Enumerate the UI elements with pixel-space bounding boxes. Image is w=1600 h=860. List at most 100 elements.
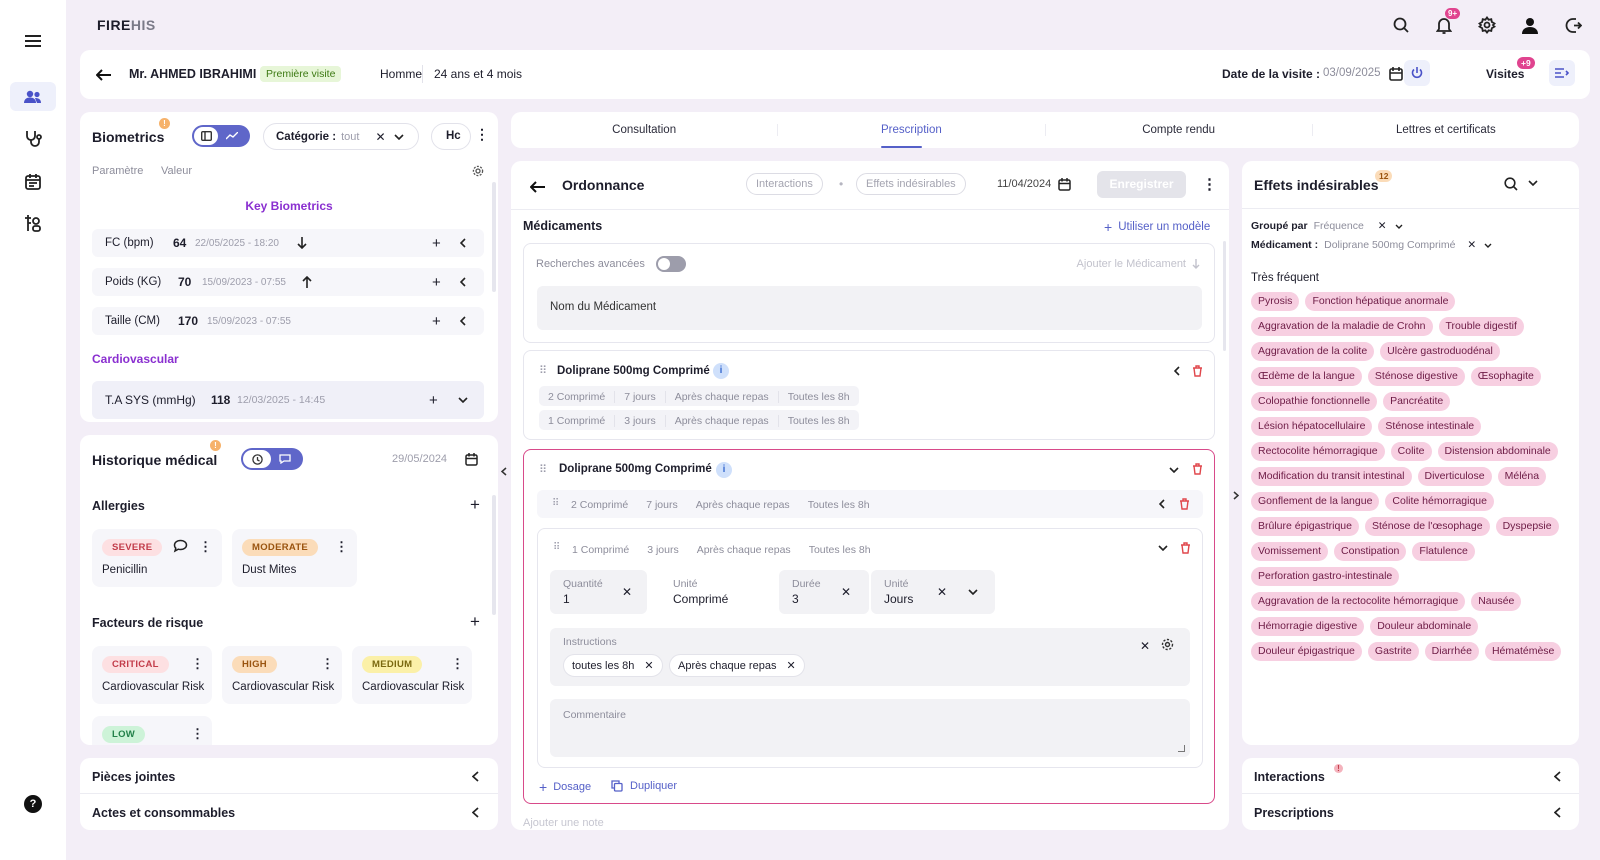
help-icon[interactable]: ? [24,795,42,813]
chat-icon[interactable] [271,450,299,468]
instruction-tag[interactable]: Après chaque repas ✕ [669,654,805,677]
collapse-left-icon[interactable] [499,464,509,478]
more-vertical-icon[interactable]: ⋮ [451,656,464,672]
chevron-down-icon[interactable] [968,589,978,595]
clear-icon[interactable]: ✕ [841,585,851,599]
clear-icon[interactable]: ✕ [1140,639,1150,653]
trash-icon[interactable] [1192,463,1203,475]
use-model-link[interactable]: + Utiliser un modèle [1104,219,1210,235]
tab-consultation[interactable]: Consultation [511,124,779,136]
remove-tag-icon[interactable]: ✕ [786,660,795,672]
drag-handle-icon[interactable]: ⠿ [553,542,560,553]
unit-field[interactable]: Unité Comprimé [660,570,760,614]
side-effect-tag[interactable]: Œsophagite [1470,367,1541,386]
dose-row-collapsed[interactable]: ⠿ 2 Comprimé 7 jours Après chaque repas Tou… [537,490,1203,518]
side-effect-tag[interactable]: Vomissement [1251,542,1329,561]
clear-icon[interactable]: ✕ [1467,239,1476,251]
info-icon[interactable]: i [716,462,732,478]
duration-field[interactable]: Durée 3 ✕ [779,570,869,614]
back-arrow-icon[interactable] [527,177,547,197]
scrollbar[interactable] [1223,241,1226,351]
side-effect-tag[interactable]: Sténose intestinale [1378,417,1482,436]
settings-icon[interactable] [1477,15,1497,35]
tab-report[interactable]: Compte rendu [1046,124,1313,136]
trash-icon[interactable] [1192,365,1203,377]
more-vertical-icon[interactable]: ⋮ [191,656,204,672]
chevron-down-icon[interactable] [458,397,468,403]
side-effect-tag[interactable]: Méléna [1497,467,1547,486]
patients-icon[interactable] [10,82,56,111]
chevron-down-icon[interactable] [1484,243,1492,248]
comment-icon[interactable] [173,539,188,553]
allergy-card[interactable]: MODERATE ⋮ Dust Mites [232,529,357,587]
chevron-left-icon[interactable] [472,771,479,782]
trash-icon[interactable] [1180,542,1191,554]
chevron-down-icon[interactable] [1169,467,1179,473]
side-effect-tag[interactable]: Gastrite [1367,642,1419,661]
trash-icon[interactable] [1179,498,1190,510]
gear-icon[interactable] [471,164,485,178]
category-filter[interactable]: Catégorie : tout ✕ [263,123,419,150]
side-effect-tag[interactable]: Aggravation de la rectocolite hémorragiq… [1251,592,1466,611]
more-vertical-icon[interactable]: ⋮ [191,726,204,742]
chevron-down-icon[interactable] [1395,224,1403,229]
tab-prescription[interactable]: Prescription [778,124,1046,136]
menu-icon[interactable] [23,31,43,51]
chevron-left-icon[interactable] [460,238,466,248]
chart-view-icon[interactable] [218,127,246,145]
chevron-left-icon[interactable] [1554,807,1561,818]
add-icon[interactable]: + [432,313,441,330]
add-medication-button[interactable]: Ajouter le Médicament [1077,258,1200,270]
group-by-filter[interactable]: Groupé par Fréquence ✕ [1251,220,1403,232]
side-effect-tag[interactable]: Sténose digestive [1367,367,1465,386]
side-effect-tag[interactable]: Colopathie fonctionnelle [1251,392,1378,411]
instruction-tag[interactable]: toutes les 8h ✕ [563,654,663,677]
side-effect-tag[interactable]: Hématémèse [1484,642,1562,661]
calendar-icon[interactable] [463,451,479,467]
chevron-down-icon[interactable] [393,133,404,140]
drag-handle-icon[interactable]: ⠿ [539,364,547,377]
side-effect-tag[interactable]: Diarrhée [1424,642,1479,661]
visit-date-value[interactable]: 03/09/2025 [1323,67,1381,79]
table-view-icon[interactable] [194,127,218,145]
add-icon[interactable]: + [432,274,441,291]
scrollbar[interactable] [492,182,496,292]
logout-icon[interactable] [1563,15,1583,35]
scrollbar[interactable] [492,495,496,615]
instructions-field[interactable]: Instructions ✕ toutes les 8h ✕ Après chaq… [550,628,1190,686]
panel-toggle-icon[interactable] [1549,60,1575,86]
clear-icon[interactable]: ✕ [1378,220,1387,232]
interactions-title[interactable]: Interactions [1254,770,1325,784]
risk-card[interactable]: LOW ⋮ [92,716,212,745]
side-effect-tag[interactable]: Hémorragie digestive [1251,617,1365,636]
add-risk-icon[interactable]: + [470,612,480,632]
side-effect-tag[interactable]: Aggravation de la maladie de Crohn [1251,317,1433,336]
tab-truncated[interactable]: Hc [431,123,471,150]
info-icon[interactable]: i [713,363,729,379]
chevron-down-icon[interactable] [1158,545,1168,551]
side-effect-tag[interactable]: Dyspepsie [1495,517,1559,536]
side-effect-tag[interactable]: Pyrosis [1251,292,1300,311]
drag-handle-icon[interactable]: ⠿ [539,463,547,476]
side-effect-tag[interactable]: Nausée [1471,592,1522,611]
chevron-left-icon[interactable] [472,807,479,818]
side-effect-tag[interactable]: Colite [1390,442,1432,461]
add-icon[interactable]: + [432,235,441,252]
calendar-icon[interactable] [1056,176,1072,192]
quantity-field[interactable]: Quantité 1 ✕ [550,570,647,614]
attachments-panel[interactable]: Pièces jointes Actes et consommables [80,758,498,830]
dose-chips[interactable]: 1 Comprimé 3 jours Après chaque repas Toute… [539,410,859,430]
user-icon[interactable] [1520,15,1540,35]
clear-icon[interactable]: ✕ [375,130,385,144]
risk-card[interactable]: MEDIUM ⋮ Cardiovascular Risk [352,646,472,704]
save-button[interactable]: Enregistrer [1097,171,1186,198]
dose-chips[interactable]: 2 Comprimé 7 jours Après chaque repas Toute… [539,386,859,406]
more-vertical-icon[interactable]: ⋮ [321,656,334,672]
chevron-left-icon[interactable] [1174,366,1180,376]
comment-field[interactable]: Commentaire [550,699,1190,757]
resize-handle-icon[interactable] [1178,745,1185,752]
side-effect-tag[interactable]: Colite hémorragique [1385,492,1494,511]
more-vertical-icon[interactable]: ⋮ [1202,175,1217,193]
medication-name-input[interactable]: Nom du Médicament [537,286,1202,330]
power-icon[interactable] [1404,60,1430,86]
